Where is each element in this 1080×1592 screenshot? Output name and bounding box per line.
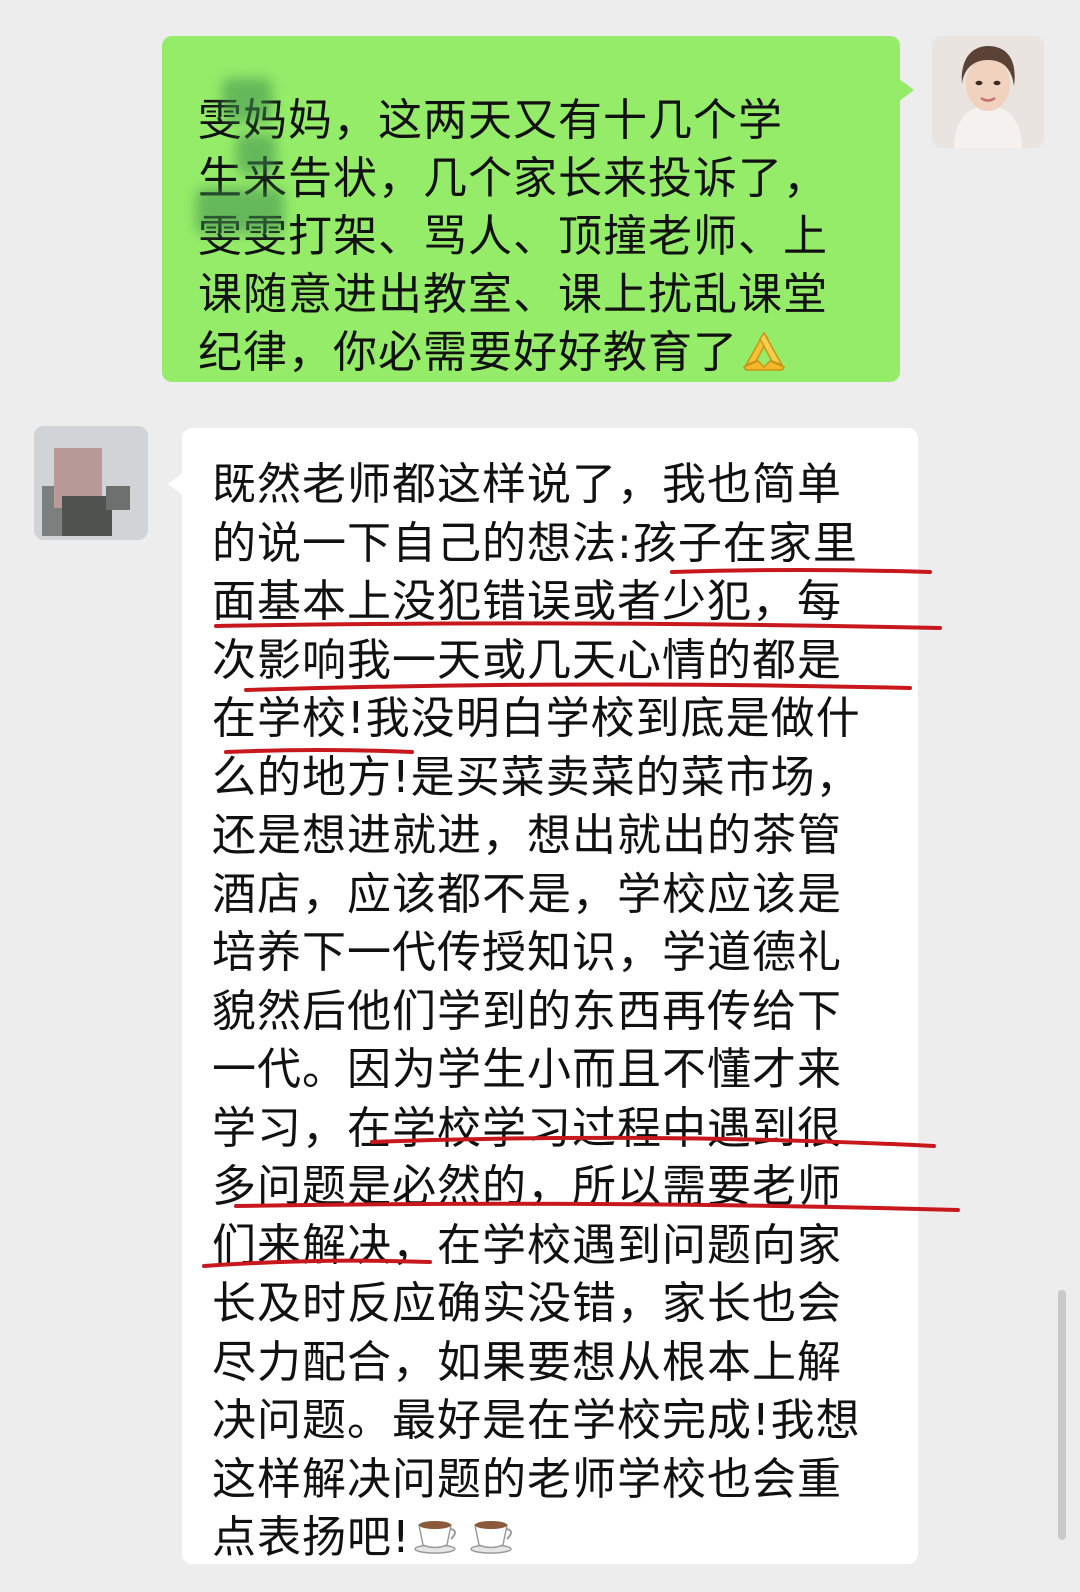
message-line: 们来解决，在学校遇到问题向家 [212, 1219, 842, 1271]
name-blur [236, 134, 276, 174]
name-blur [196, 188, 284, 234]
name-blur [222, 78, 272, 122]
message-line: 的说一下自己的想法:孩子在家里 [212, 517, 858, 569]
message-line: 还是想进就进，想出就出的茶管 [212, 810, 842, 861]
message-line: 貌然后他们学到的东西再传给下 [212, 985, 842, 1037]
message-line: 多问题是必然的，所以需要老师 [212, 1161, 842, 1212]
recipient-avatar[interactable] [34, 426, 148, 540]
message-line: 一代。因为学生小而且不懂才来 [212, 1044, 842, 1095]
message-text: 纪律，你必需要好好教育了 [198, 327, 738, 378]
received-message-bubble[interactable]: 既然老师都这样说了，我也简单 的说一下自己的想法:孩子在家里 面基本上没犯错误或… [168, 428, 918, 1564]
message-line: 生来告状，几个家长来投诉了， [198, 153, 828, 204]
message-line: 么的地方!是买菜卖菜的菜市场， [212, 751, 861, 803]
message-line: 次影响我一天或几天心情的都是 [212, 634, 842, 686]
message-line: 这样解决问题的老师学校也会重 [212, 1453, 842, 1505]
message-line: 长及时反应确实没错，家长也会 [212, 1278, 842, 1329]
coffee-icon [467, 1511, 517, 1570]
message-line: 酒店，应该都不是，学校应该是 [212, 868, 842, 920]
message-line: 尽力配合，如果要想从根本上解 [212, 1336, 842, 1388]
scrollbar[interactable] [1058, 1290, 1066, 1540]
sender-avatar[interactable] [932, 36, 1044, 148]
message-line: 雯妈妈，这两天又有十几个学 [198, 95, 783, 146]
message-text: 点表扬吧! [212, 1512, 411, 1563]
message-line: 面基本上没犯错误或者少犯，每 [212, 576, 842, 627]
message-line: 雯雯打架、骂人、顶撞老师、上 [198, 211, 828, 262]
message-line-last: 点表扬吧! [212, 1509, 890, 1568]
message-line: 决问题。最好是在学校完成!我想 [212, 1395, 861, 1446]
message-line: 学习，在学校学习过程中遇到很 [212, 1102, 842, 1154]
blurred-photo-icon [34, 426, 148, 540]
coffee-icon [411, 1511, 461, 1570]
woman-portrait-icon [932, 36, 1044, 148]
chat-window: 雯妈妈，这两天又有十几个学 生来告状，几个家长来投诉了， 雯雯打架、骂人、顶撞老… [0, 0, 1080, 1592]
message-line: 既然老师都这样说了，我也简单 [212, 459, 842, 510]
message-line: 课随意进出教室、课上扰乱课堂 [198, 269, 828, 320]
message-line: 培养下一代传授知识，学道德礼 [212, 927, 842, 978]
message-line-last: 纪律，你必需要好好教育了 [198, 324, 860, 382]
message-line: 在学校!我没明白学校到底是做什 [212, 693, 861, 744]
folded-hands-icon [738, 325, 790, 386]
